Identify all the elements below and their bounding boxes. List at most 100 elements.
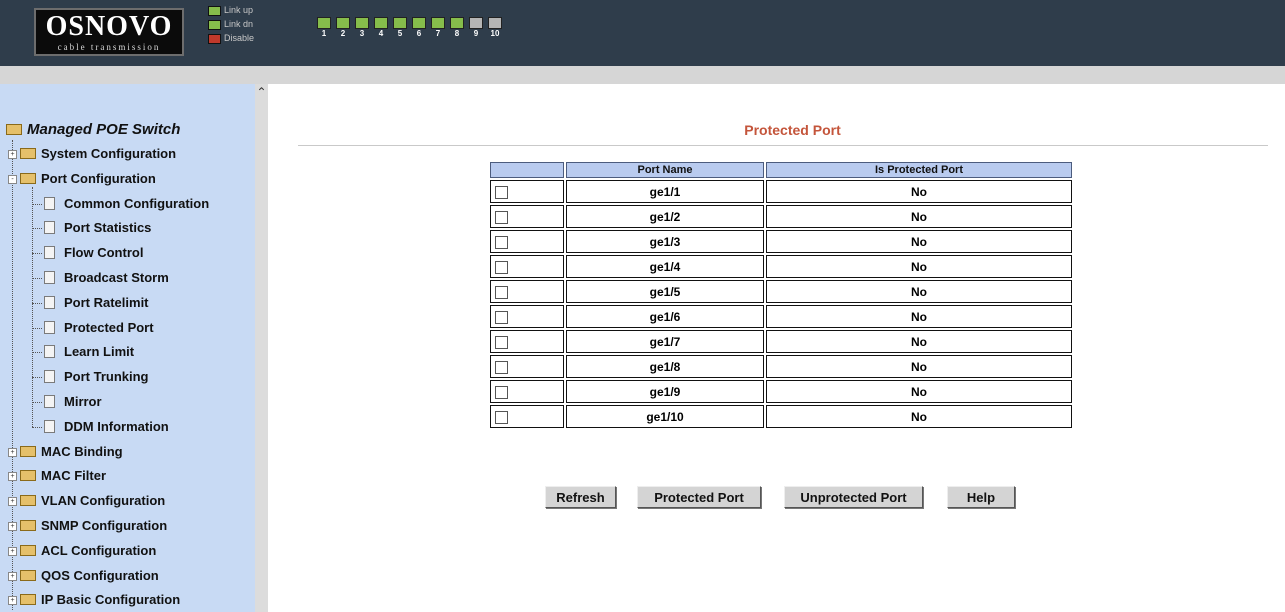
expand-icon[interactable]: + bbox=[8, 596, 17, 606]
page-icon bbox=[44, 246, 55, 260]
row-checkbox[interactable] bbox=[495, 210, 508, 224]
protected-port-button[interactable]: Protected Port bbox=[637, 486, 761, 508]
port-6-indicator[interactable]: 6 bbox=[412, 17, 426, 39]
expand-icon[interactable]: + bbox=[8, 447, 17, 457]
select-cell bbox=[490, 305, 564, 328]
sidebar-item-ddm-information[interactable]: DDM Information bbox=[32, 417, 169, 437]
row-checkbox[interactable] bbox=[495, 260, 508, 274]
port-7-indicator[interactable]: 7 bbox=[431, 17, 445, 39]
page-icon bbox=[44, 271, 55, 285]
link-up-icon bbox=[208, 5, 221, 16]
fiber-port-icon bbox=[469, 17, 483, 29]
legend-label: Link up bbox=[224, 5, 254, 15]
page-title: Protected Port bbox=[744, 122, 841, 138]
port-name-cell: ge1/3 bbox=[566, 230, 764, 253]
sidebar-item-snmp-configuration[interactable]: + SNMP Configuration bbox=[8, 516, 168, 536]
expand-icon[interactable]: + bbox=[8, 472, 17, 482]
sidebar-item-port-statistics[interactable]: Port Statistics bbox=[32, 218, 151, 238]
port-4-indicator[interactable]: 4 bbox=[374, 17, 388, 39]
tree-branch-line bbox=[32, 228, 42, 230]
port-number: 4 bbox=[378, 29, 384, 38]
select-cell bbox=[490, 330, 564, 353]
sidebar-item-label: MAC Binding bbox=[41, 443, 123, 459]
select-cell bbox=[490, 255, 564, 278]
row-checkbox[interactable] bbox=[495, 185, 508, 199]
sidebar-item-label: VLAN Configuration bbox=[41, 493, 166, 509]
port-5-indicator[interactable]: 5 bbox=[393, 17, 407, 39]
sidebar-scrollbar[interactable]: ⌃ bbox=[255, 84, 268, 612]
collapse-icon[interactable]: - bbox=[8, 174, 17, 184]
tree-branch-line bbox=[32, 426, 42, 428]
sidebar-item-ip-basic-configuration[interactable]: + IP Basic Configuration bbox=[8, 590, 180, 610]
expand-icon[interactable]: + bbox=[8, 150, 17, 159]
expand-icon[interactable]: + bbox=[8, 497, 17, 507]
tree-branch-line bbox=[32, 302, 42, 304]
header-bar: OSNOVO cable transmission Link up Link d… bbox=[0, 0, 1285, 66]
table-row: ge1/5 No bbox=[490, 280, 1072, 303]
disable-icon bbox=[208, 33, 221, 44]
sidebar-item-broadcast-storm[interactable]: Broadcast Storm bbox=[32, 268, 169, 288]
port-2-indicator[interactable]: 2 bbox=[336, 17, 350, 39]
sidebar-item-mac-binding[interactable]: + MAC Binding bbox=[8, 442, 123, 462]
header-divider-strip bbox=[0, 66, 1285, 84]
page-icon bbox=[44, 221, 55, 235]
row-checkbox[interactable] bbox=[495, 285, 508, 299]
refresh-button[interactable]: Refresh bbox=[545, 486, 616, 508]
row-checkbox[interactable] bbox=[495, 410, 508, 424]
scroll-up-icon[interactable]: ⌃ bbox=[255, 84, 268, 100]
port-3-indicator[interactable]: 3 bbox=[355, 17, 369, 39]
unprotected-port-button[interactable]: Unprotected Port bbox=[784, 486, 923, 508]
column-header-port-name: Port Name bbox=[566, 162, 764, 178]
sidebar-item-system-configuration[interactable]: + System Configuration bbox=[8, 144, 176, 164]
sidebar-item-label: MAC Filter bbox=[41, 468, 106, 484]
port-8-indicator[interactable]: 8 bbox=[450, 17, 464, 39]
sidebar-item-mac-filter[interactable]: + MAC Filter bbox=[8, 466, 106, 486]
expand-icon[interactable]: + bbox=[8, 571, 17, 581]
expand-icon[interactable]: + bbox=[8, 546, 17, 556]
ethernet-port-icon bbox=[336, 17, 350, 29]
folder-icon bbox=[20, 520, 36, 532]
sidebar-item-flow-control[interactable]: Flow Control bbox=[32, 243, 143, 263]
sidebar-item-qos-configuration[interactable]: + QOS Configuration bbox=[8, 566, 159, 586]
sidebar-item-label: Port Trunking bbox=[64, 369, 149, 385]
port-10-indicator[interactable]: 10 bbox=[488, 17, 502, 39]
is-protected-cell: No bbox=[766, 205, 1072, 228]
port-number: 8 bbox=[454, 29, 460, 38]
page-icon bbox=[44, 370, 55, 384]
sidebar-item-common-configuration[interactable]: Common Configuration bbox=[32, 194, 209, 214]
sidebar-item-port-trunking[interactable]: Port Trunking bbox=[32, 367, 149, 387]
sidebar-item-port-configuration[interactable]: - Port Configuration bbox=[8, 169, 156, 189]
port-9-indicator[interactable]: 9 bbox=[469, 17, 483, 39]
sidebar-item-acl-configuration[interactable]: + ACL Configuration bbox=[8, 541, 156, 561]
tree-guide-line bbox=[12, 140, 13, 610]
table-row: ge1/6 No bbox=[490, 305, 1072, 328]
sidebar-item-protected-port[interactable]: Protected Port bbox=[32, 318, 154, 338]
port-number: 6 bbox=[416, 29, 422, 38]
ethernet-port-icon bbox=[317, 17, 331, 29]
row-checkbox[interactable] bbox=[495, 235, 508, 249]
sidebar-item-label: QOS Configuration bbox=[41, 567, 159, 583]
row-checkbox[interactable] bbox=[495, 360, 508, 374]
sidebar-item-label: SNMP Configuration bbox=[41, 518, 168, 533]
is-protected-cell: No bbox=[766, 255, 1072, 278]
help-button[interactable]: Help bbox=[947, 486, 1015, 508]
column-header-select bbox=[490, 162, 564, 178]
title-divider bbox=[298, 145, 1268, 146]
table-row: ge1/10 No bbox=[490, 405, 1072, 428]
row-checkbox[interactable] bbox=[495, 335, 508, 349]
is-protected-cell: No bbox=[766, 180, 1072, 203]
sidebar-item-vlan-configuration[interactable]: + VLAN Configuration bbox=[8, 491, 166, 511]
protected-port-table: Port Name Is Protected Port ge1/1 No ge1/2… bbox=[488, 160, 1074, 430]
sidebar-item-mirror[interactable]: Mirror bbox=[32, 392, 102, 412]
folder-icon bbox=[20, 470, 36, 482]
row-checkbox[interactable] bbox=[495, 385, 508, 399]
port-1-indicator[interactable]: 1 bbox=[317, 17, 331, 39]
port-number: 3 bbox=[359, 29, 365, 38]
tree-root-managed-poe-switch[interactable]: Managed POE Switch bbox=[6, 120, 180, 140]
row-checkbox[interactable] bbox=[495, 310, 508, 324]
sidebar-item-label: DDM Information bbox=[64, 418, 169, 434]
expand-icon[interactable]: + bbox=[8, 522, 17, 531]
folder-open-icon bbox=[6, 123, 22, 135]
sidebar-item-learn-limit[interactable]: Learn Limit bbox=[32, 342, 134, 362]
sidebar-item-port-ratelimit[interactable]: Port Ratelimit bbox=[32, 293, 149, 313]
